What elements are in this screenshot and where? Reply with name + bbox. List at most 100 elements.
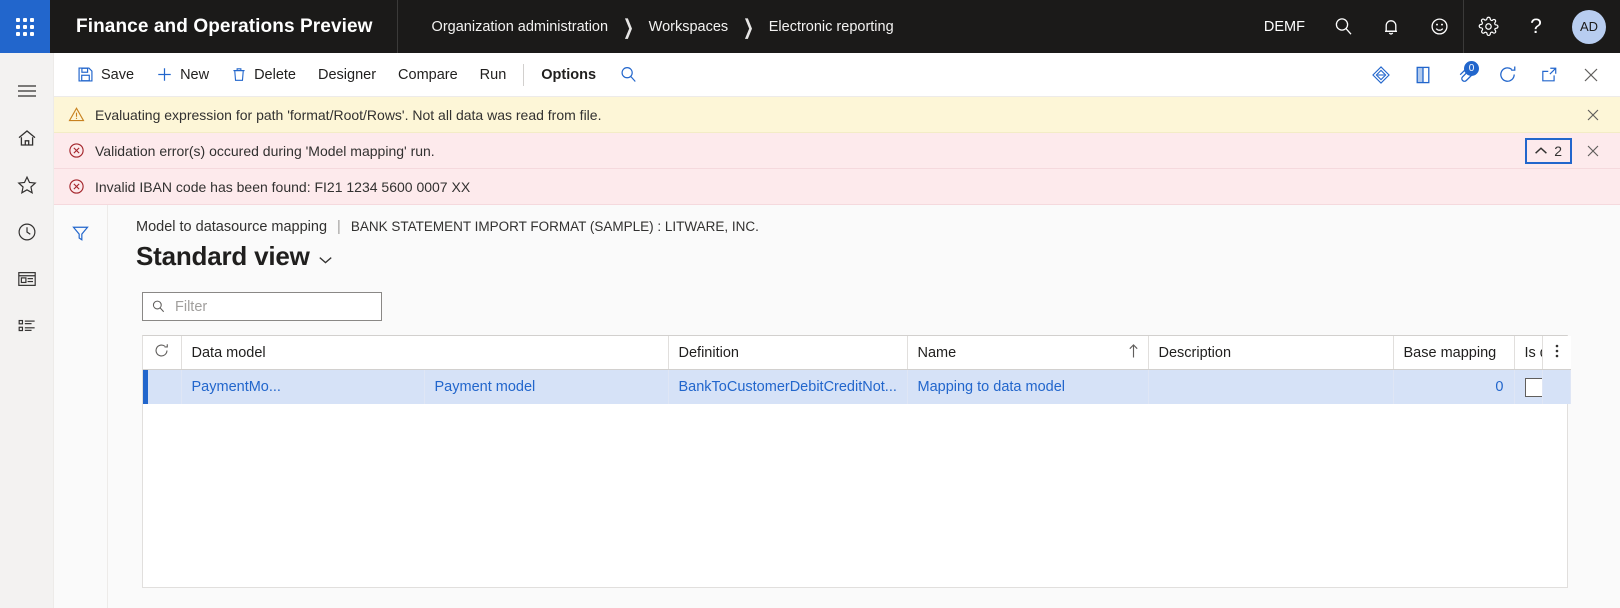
close-icon[interactable] [1570, 53, 1612, 96]
close-icon[interactable] [1576, 134, 1610, 168]
view-selector[interactable]: Standard view [136, 241, 333, 272]
search-icon [151, 299, 166, 314]
list-icon[interactable] [0, 302, 53, 349]
save-button[interactable]: Save [66, 53, 145, 96]
refresh-icon[interactable] [1486, 53, 1528, 96]
attachments-badge: 0 [1464, 61, 1479, 76]
column-header-name[interactable]: Name [907, 336, 1149, 370]
cell-data-model-id[interactable]: PaymentMo... [181, 369, 425, 404]
feedback-icon[interactable] [1415, 0, 1463, 53]
topbar-right-group: DEMF ? AD [1250, 0, 1620, 53]
message-bar-error-detail: Invalid IBAN code has been found: FI21 1… [54, 169, 1620, 205]
column-header-definition[interactable]: Definition [668, 336, 908, 370]
filter-input-container[interactable] [142, 292, 382, 321]
avatar[interactable]: AD [1572, 9, 1606, 44]
cell-is-deleted[interactable] [1514, 369, 1543, 404]
grid-empty-area [143, 404, 1567, 587]
data-grid: Data model Definition Name Description B… [142, 335, 1571, 588]
notifications-icon[interactable] [1367, 0, 1415, 53]
column-header-data-model[interactable]: Data model [181, 336, 669, 370]
plus-icon [156, 66, 173, 83]
new-label: New [180, 66, 210, 83]
column-header-is-deleted[interactable]: Is deleted [1514, 336, 1543, 370]
breadcrumb-chevron-icon: ❯ [623, 15, 634, 39]
cell-base-mapping[interactable]: 0 [1393, 369, 1515, 404]
action-pane: Save New Delete Designer Compare Run Opt… [54, 53, 1620, 97]
compare-button[interactable]: Compare [387, 53, 469, 96]
settings-icon[interactable] [1464, 0, 1512, 53]
home-icon[interactable] [0, 114, 53, 161]
content-area: Save New Delete Designer Compare Run Opt… [54, 53, 1620, 608]
save-label: Save [101, 66, 135, 83]
breadcrumb-item-organization-administration[interactable]: Organization administration [432, 19, 609, 35]
app-title: Finance and Operations Preview [76, 15, 373, 37]
search-icon[interactable] [1319, 0, 1367, 53]
breadcrumb: Organization administration ❯ Workspaces… [398, 16, 894, 39]
caption-separator: | [337, 219, 341, 235]
cell-data-model-name[interactable]: Payment model [424, 369, 669, 404]
caption-primary: Model to datasource mapping [136, 219, 328, 235]
hamburger-icon[interactable] [0, 67, 53, 114]
run-label: Run [479, 66, 507, 83]
action-pane-divider [523, 63, 525, 86]
collapse-messages-button[interactable]: 2 [1525, 137, 1572, 164]
app-launcher-button[interactable] [0, 0, 50, 53]
compare-label: Compare [398, 66, 458, 83]
breadcrumb-item-workspaces[interactable]: Workspaces [649, 19, 729, 35]
delete-button[interactable]: Delete [220, 53, 307, 96]
is-deleted-checkbox[interactable] [1524, 377, 1541, 397]
new-button[interactable]: New [145, 53, 220, 96]
column-header-base-mapping[interactable]: Base mapping [1393, 336, 1515, 370]
breadcrumb-item-electronic-reporting[interactable]: Electronic reporting [769, 19, 894, 35]
message-bar-error-summary: Validation error(s) occured during 'Mode… [54, 133, 1620, 169]
cell-description[interactable] [1148, 369, 1394, 404]
grid-options-menu-icon[interactable] [1542, 336, 1571, 370]
page-title: Standard view [136, 241, 310, 271]
company-selector[interactable]: DEMF [1250, 19, 1319, 35]
grid-header-row: Data model Definition Name Description B… [143, 336, 1571, 370]
application-body: Save New Delete Designer Compare Run Opt… [0, 53, 1620, 608]
chevron-up-icon [1534, 143, 1548, 159]
cell-name[interactable]: Mapping to data model [907, 369, 1149, 404]
delete-label: Delete [254, 66, 296, 83]
search-input[interactable] [173, 297, 373, 316]
message-count: 2 [1554, 142, 1562, 159]
designer-label: Designer [318, 66, 377, 83]
warning-message-text: Evaluating expression for path 'format/R… [95, 106, 602, 123]
options-tab[interactable]: Options [530, 53, 607, 96]
top-navigation-bar: Finance and Operations Preview Organizat… [0, 0, 1620, 53]
action-pane-right-group: 0 [1360, 53, 1620, 96]
warning-triangle-icon [68, 106, 85, 123]
filter-icon[interactable] [63, 217, 99, 249]
warning-bar-actions [1572, 98, 1610, 132]
filter-pane [54, 205, 108, 608]
close-icon[interactable] [1576, 98, 1610, 132]
star-icon[interactable] [0, 161, 53, 208]
run-button[interactable]: Run [469, 53, 518, 96]
office-icon[interactable] [1402, 53, 1444, 96]
error-circle-icon [68, 142, 85, 159]
column-header-description[interactable]: Description [1148, 336, 1394, 370]
workspace-icon[interactable] [0, 255, 53, 302]
options-label: Options [541, 66, 597, 83]
page-body: Model to datasource mapping | BANK STATE… [54, 205, 1620, 608]
left-navigation-rail [0, 53, 54, 608]
table-row[interactable]: PaymentMo... Payment model BankToCustome… [143, 369, 1571, 404]
message-bar-warning: Evaluating expression for path 'format/R… [54, 97, 1620, 133]
cell-definition[interactable]: BankToCustomerDebitCreditNot... [668, 369, 908, 404]
popout-icon[interactable] [1528, 53, 1570, 96]
designer-button[interactable]: Designer [307, 53, 387, 96]
error-detail-text: Invalid IBAN code has been found: FI21 1… [95, 178, 471, 195]
main-form: Model to datasource mapping | BANK STATE… [108, 205, 1620, 608]
personalize-icon[interactable] [1360, 53, 1402, 96]
waffle-icon [16, 17, 34, 36]
attachments-icon[interactable]: 0 [1444, 53, 1486, 96]
breadcrumb-chevron-icon: ❯ [743, 15, 754, 39]
error-message-text: Validation error(s) occured during 'Mode… [95, 142, 435, 159]
clock-icon[interactable] [0, 208, 53, 255]
action-search-icon[interactable] [607, 53, 649, 96]
grid-refresh-button[interactable] [143, 336, 182, 370]
grid-table: Data model Definition Name Description B… [143, 336, 1571, 404]
row-selection-marker[interactable] [143, 369, 182, 404]
help-icon[interactable]: ? [1512, 0, 1560, 53]
